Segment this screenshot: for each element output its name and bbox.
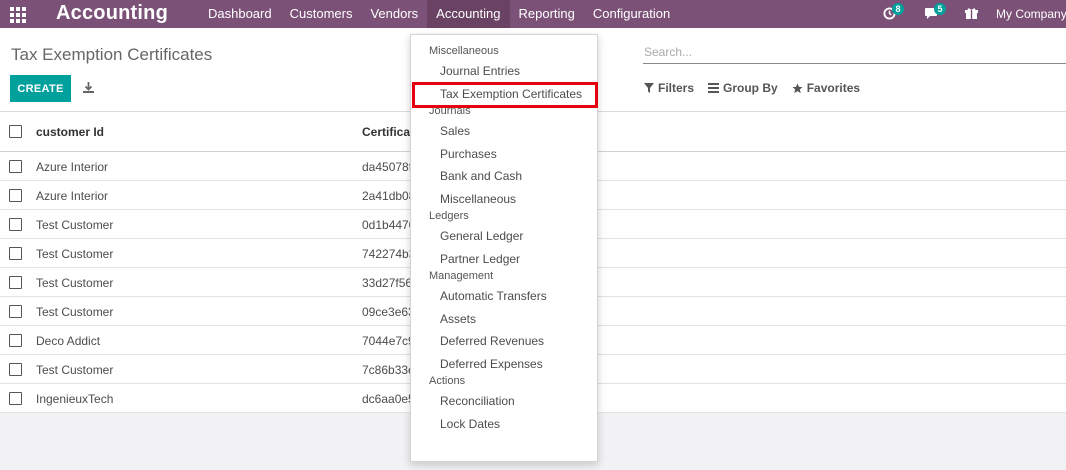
menu-configuration[interactable]: Configuration bbox=[584, 0, 679, 28]
group-by-label: Group By bbox=[723, 81, 778, 95]
row-checkbox[interactable] bbox=[9, 363, 22, 376]
app-brand[interactable]: Accounting bbox=[56, 2, 168, 25]
row-checkbox[interactable] bbox=[9, 334, 22, 347]
main-menu: Dashboard Customers Vendors Accounting R… bbox=[199, 0, 679, 28]
cell-customer-id: Azure Interior bbox=[36, 160, 109, 174]
cell-certificate: 7044e7c9 bbox=[362, 334, 415, 348]
column-certificate[interactable]: Certificat bbox=[362, 125, 414, 139]
favorites-label: Favorites bbox=[806, 81, 861, 95]
menu-item-lock-dates[interactable]: Lock Dates bbox=[440, 417, 500, 431]
filters-button[interactable]: Filters bbox=[644, 81, 694, 95]
star-icon bbox=[792, 82, 803, 93]
menu-item-general-ledger[interactable]: General Ledger bbox=[440, 229, 523, 243]
menu-item-journal-entries[interactable]: Journal Entries bbox=[440, 64, 520, 78]
cell-certificate: dc6aa0e5 bbox=[362, 392, 415, 406]
menu-vendors[interactable]: Vendors bbox=[361, 0, 427, 28]
download-icon[interactable] bbox=[82, 81, 96, 95]
select-all-checkbox[interactable] bbox=[9, 125, 22, 138]
clock-icon[interactable]: 8 bbox=[882, 3, 904, 21]
column-customer-id[interactable]: customer Id bbox=[36, 125, 104, 139]
menu-item-bank-and-cash[interactable]: Bank and Cash bbox=[440, 169, 522, 183]
menu-section-header: Ledgers bbox=[429, 210, 469, 222]
search-bar bbox=[643, 42, 1066, 64]
cell-certificate: 742274b3 bbox=[362, 247, 416, 261]
row-checkbox[interactable] bbox=[9, 392, 22, 405]
chat-icon[interactable]: 5 bbox=[924, 3, 946, 21]
company-switcher[interactable]: My Company bbox=[996, 7, 1066, 21]
accounting-dropdown-menu: Miscellaneous Journal Entries Tax Exemptio… bbox=[410, 34, 598, 462]
cell-certificate: 7c86b33e bbox=[362, 363, 415, 377]
filters-label: Filters bbox=[658, 81, 695, 95]
favorites-button[interactable]: Favorites bbox=[792, 81, 860, 95]
menu-item-purchases[interactable]: Purchases bbox=[440, 147, 497, 161]
filter-icon bbox=[644, 83, 654, 93]
cell-customer-id: Test Customer bbox=[36, 363, 114, 377]
cell-customer-id: Test Customer bbox=[36, 247, 114, 261]
menu-item-assets[interactable]: Assets bbox=[440, 312, 476, 326]
apps-grid-icon[interactable] bbox=[10, 7, 27, 23]
activity-badge: 8 bbox=[892, 3, 904, 15]
cell-customer-id: Test Customer bbox=[36, 305, 114, 319]
row-checkbox[interactable] bbox=[9, 247, 22, 260]
menu-dashboard[interactable]: Dashboard bbox=[199, 0, 281, 28]
cell-customer-id: Test Customer bbox=[36, 218, 114, 232]
cell-certificate: da45078f bbox=[362, 160, 413, 174]
cell-customer-id: Azure Interior bbox=[36, 189, 109, 203]
messages-badge: 5 bbox=[934, 3, 946, 15]
page-title: Tax Exemption Certificates bbox=[11, 45, 213, 64]
menu-item-deferred-revenues[interactable]: Deferred Revenues bbox=[440, 334, 544, 348]
cell-certificate: 2a41db08 bbox=[362, 189, 416, 203]
bars-icon bbox=[708, 83, 720, 93]
menu-item-automatic-transfers[interactable]: Automatic Transfers bbox=[440, 289, 547, 303]
cell-certificate: 0d1b4470 bbox=[362, 218, 416, 232]
cell-customer-id: Deco Addict bbox=[36, 334, 101, 348]
cell-customer-id: IngenieuxTech bbox=[36, 392, 114, 406]
search-options: Filters Group By Favorites bbox=[644, 81, 860, 95]
menu-customers[interactable]: Customers bbox=[281, 0, 362, 28]
row-checkbox[interactable] bbox=[9, 160, 22, 173]
gift-icon[interactable] bbox=[964, 7, 978, 21]
menu-section-header: Actions bbox=[429, 375, 466, 387]
menu-item-tax-exemption-certificates[interactable]: Tax Exemption Certificates bbox=[440, 87, 582, 101]
menu-item-reconciliation[interactable]: Reconciliation bbox=[440, 394, 515, 408]
cell-certificate: 33d27f56 bbox=[362, 276, 413, 290]
cell-customer-id: Test Customer bbox=[36, 276, 114, 290]
menu-reporting[interactable]: Reporting bbox=[510, 0, 584, 28]
cell-certificate: 09ce3e63 bbox=[362, 305, 415, 319]
menu-section-header: Miscellaneous bbox=[429, 45, 499, 57]
top-navbar: Accounting Dashboard Customers Vendors A… bbox=[0, 0, 1066, 28]
menu-accounting[interactable]: Accounting bbox=[427, 0, 510, 28]
create-button[interactable]: CREATE bbox=[10, 75, 71, 102]
row-checkbox[interactable] bbox=[9, 305, 22, 318]
row-checkbox[interactable] bbox=[9, 189, 22, 202]
row-checkbox[interactable] bbox=[9, 276, 22, 289]
row-checkbox[interactable] bbox=[9, 218, 22, 231]
menu-item-deferred-expenses[interactable]: Deferred Expenses bbox=[440, 357, 543, 371]
menu-item-miscellaneous[interactable]: Miscellaneous bbox=[440, 192, 516, 206]
menu-section-header: Journals bbox=[429, 105, 471, 117]
menu-section-header: Management bbox=[429, 270, 494, 282]
menu-item-partner-ledger[interactable]: Partner Ledger bbox=[440, 252, 520, 266]
menu-item-sales[interactable]: Sales bbox=[440, 124, 470, 138]
search-input[interactable] bbox=[643, 42, 1066, 62]
group-by-button[interactable]: Group By bbox=[708, 81, 778, 95]
